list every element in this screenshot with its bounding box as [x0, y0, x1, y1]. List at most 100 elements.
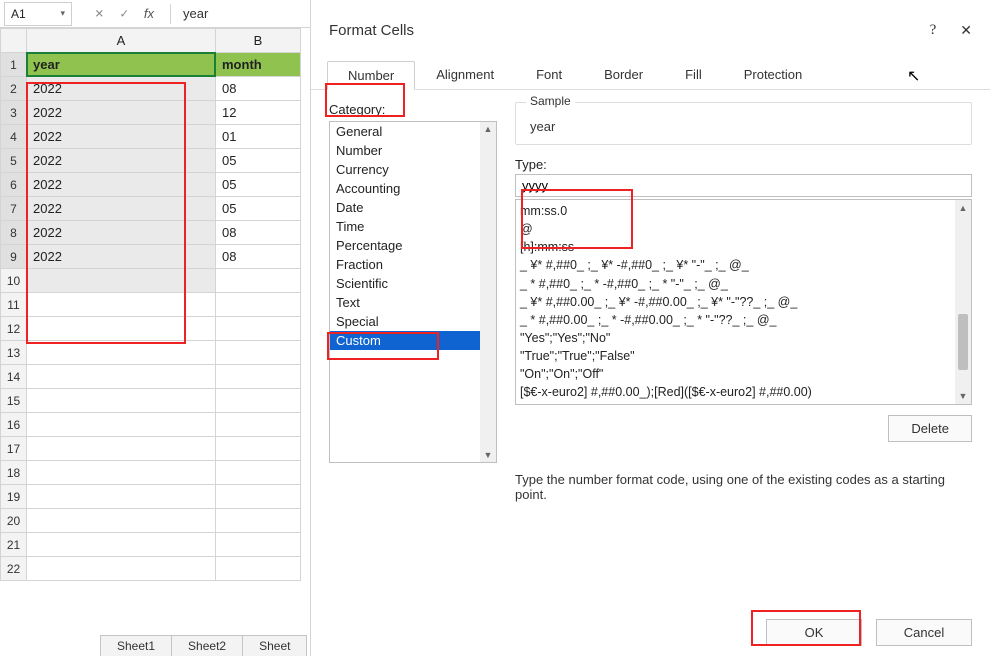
cell[interactable]: 2022: [27, 125, 216, 149]
fx-icon[interactable]: fx: [144, 6, 154, 21]
category-item[interactable]: General: [330, 122, 496, 141]
scrollbar[interactable]: ▲ ▼: [955, 200, 971, 404]
cell[interactable]: year: [27, 53, 216, 77]
type-item[interactable]: "On";"On";"Off": [520, 365, 967, 383]
tab-fill[interactable]: Fill: [664, 60, 723, 89]
cell[interactable]: [27, 317, 216, 341]
cell[interactable]: 2022: [27, 245, 216, 269]
row-header[interactable]: 20: [1, 509, 27, 533]
cell[interactable]: [27, 293, 216, 317]
category-item[interactable]: Time: [330, 217, 496, 236]
cell[interactable]: [216, 437, 301, 461]
category-item[interactable]: Fraction: [330, 255, 496, 274]
row-header[interactable]: 5: [1, 149, 27, 173]
row-header[interactable]: 9: [1, 245, 27, 269]
cell[interactable]: month: [216, 53, 301, 77]
cell[interactable]: [216, 269, 301, 293]
cell[interactable]: 08: [216, 221, 301, 245]
sheet-table[interactable]: A B 1 year month 2 2022 08 3 2022 12 4 2…: [0, 28, 301, 581]
cell[interactable]: 2022: [27, 221, 216, 245]
category-item[interactable]: Date: [330, 198, 496, 217]
cell[interactable]: [216, 413, 301, 437]
type-item[interactable]: [h]:mm:ss: [520, 238, 967, 256]
close-icon[interactable]: ✕: [960, 22, 972, 39]
row-header[interactable]: 12: [1, 317, 27, 341]
row-header[interactable]: 6: [1, 173, 27, 197]
cell[interactable]: [27, 269, 216, 293]
type-item[interactable]: mmmm: [520, 401, 967, 405]
cell[interactable]: [216, 461, 301, 485]
scroll-up-icon[interactable]: ▲: [955, 200, 971, 216]
sheet-tab[interactable]: Sheet2: [171, 635, 243, 656]
cell[interactable]: [216, 389, 301, 413]
cell[interactable]: 2022: [27, 197, 216, 221]
cell[interactable]: 2022: [27, 101, 216, 125]
cell[interactable]: [27, 509, 216, 533]
sheet-tab[interactable]: Sheet: [242, 635, 307, 656]
tab-alignment[interactable]: Alignment: [415, 60, 515, 89]
type-item[interactable]: _ * #,##0_ ;_ * -#,##0_ ;_ * "-"_ ;_ @_: [520, 275, 967, 293]
tab-border[interactable]: Border: [583, 60, 664, 89]
cell[interactable]: [216, 485, 301, 509]
sheet-tab[interactable]: Sheet1: [100, 635, 172, 656]
category-item[interactable]: Special: [330, 312, 496, 331]
ok-button[interactable]: OK: [766, 619, 862, 646]
row-header[interactable]: 15: [1, 389, 27, 413]
scroll-down-icon[interactable]: ▼: [955, 388, 971, 404]
row-header[interactable]: 4: [1, 125, 27, 149]
tab-font[interactable]: Font: [515, 60, 583, 89]
cell[interactable]: [216, 365, 301, 389]
cell[interactable]: 08: [216, 77, 301, 101]
row-header[interactable]: 19: [1, 485, 27, 509]
cell[interactable]: 05: [216, 149, 301, 173]
cell[interactable]: 05: [216, 173, 301, 197]
confirm-entry-icon[interactable]: ✓: [120, 6, 130, 20]
category-item[interactable]: Number: [330, 141, 496, 160]
category-item[interactable]: Percentage: [330, 236, 496, 255]
cell[interactable]: [216, 533, 301, 557]
type-item[interactable]: @: [520, 220, 967, 238]
type-item[interactable]: _ ¥* #,##0.00_ ;_ ¥* -#,##0.00_ ;_ ¥* "-…: [520, 293, 967, 311]
row-header[interactable]: 8: [1, 221, 27, 245]
tab-protection[interactable]: Protection: [723, 60, 824, 89]
category-listbox[interactable]: General Number Currency Accounting Date …: [329, 121, 497, 463]
type-item[interactable]: "True";"True";"False": [520, 347, 967, 365]
type-item[interactable]: _ ¥* #,##0_ ;_ ¥* -#,##0_ ;_ ¥* "-"_ ;_ …: [520, 256, 967, 274]
row-header[interactable]: 22: [1, 557, 27, 581]
row-header[interactable]: 17: [1, 437, 27, 461]
cell[interactable]: 12: [216, 101, 301, 125]
cell[interactable]: [27, 533, 216, 557]
cancel-button[interactable]: Cancel: [876, 619, 972, 646]
cell[interactable]: [27, 341, 216, 365]
help-icon[interactable]: ?: [930, 22, 937, 39]
row-header[interactable]: 21: [1, 533, 27, 557]
row-header[interactable]: 14: [1, 365, 27, 389]
formula-bar-input[interactable]: year: [179, 6, 208, 21]
category-item[interactable]: Text: [330, 293, 496, 312]
cell[interactable]: 2022: [27, 77, 216, 101]
row-header[interactable]: 3: [1, 101, 27, 125]
type-item[interactable]: _ * #,##0.00_ ;_ * -#,##0.00_ ;_ * "-"??…: [520, 311, 967, 329]
col-header-A[interactable]: A: [27, 29, 216, 53]
cell[interactable]: [27, 365, 216, 389]
cell[interactable]: 01: [216, 125, 301, 149]
type-item[interactable]: "Yes";"Yes";"No": [520, 329, 967, 347]
scroll-up-icon[interactable]: ▲: [484, 124, 493, 134]
cell[interactable]: 2022: [27, 173, 216, 197]
cell[interactable]: [216, 341, 301, 365]
cell[interactable]: [27, 485, 216, 509]
cell[interactable]: [216, 557, 301, 581]
cell[interactable]: 05: [216, 197, 301, 221]
scroll-thumb[interactable]: [958, 314, 968, 370]
cancel-entry-icon[interactable]: ✕: [95, 6, 105, 20]
select-all-corner[interactable]: [1, 29, 27, 53]
type-item[interactable]: mm:ss.0: [520, 202, 967, 220]
cell[interactable]: [27, 437, 216, 461]
col-header-B[interactable]: B: [216, 29, 301, 53]
delete-button[interactable]: Delete: [888, 415, 972, 442]
cell[interactable]: [216, 317, 301, 341]
scroll-down-icon[interactable]: ▼: [484, 450, 493, 460]
row-header[interactable]: 2: [1, 77, 27, 101]
row-header[interactable]: 10: [1, 269, 27, 293]
type-item[interactable]: [$€-x-euro2] #,##0.00_);[Red]([$€-x-euro…: [520, 383, 967, 401]
